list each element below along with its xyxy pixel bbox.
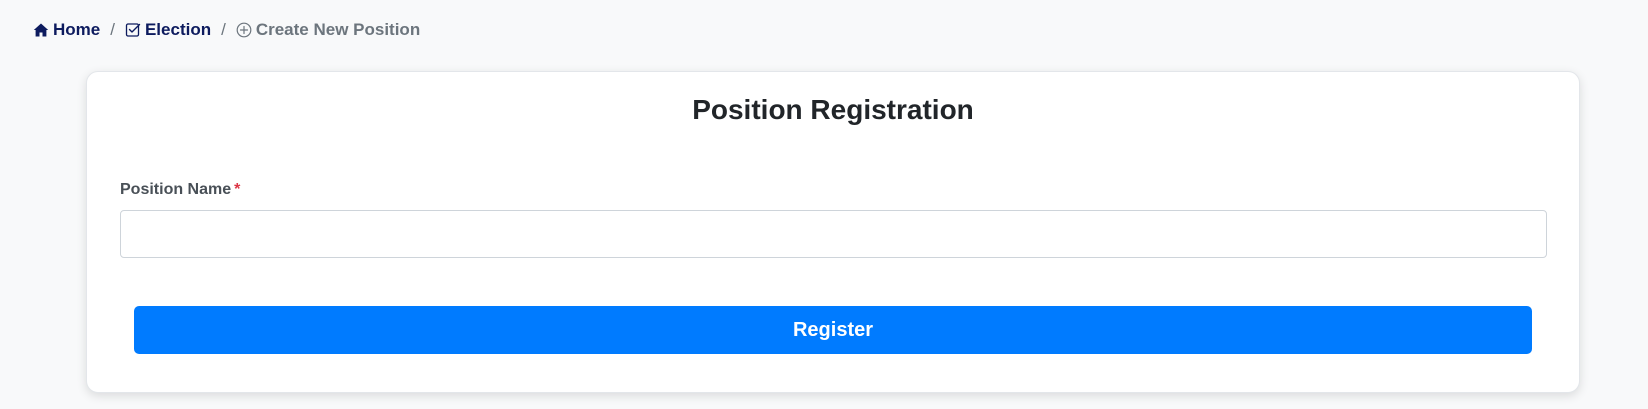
breadcrumb-create-position-label: Create New Position xyxy=(255,20,421,39)
plus-circle-icon xyxy=(236,22,252,38)
breadcrumb-separator: / xyxy=(110,20,115,39)
position-name-label: Position Name * xyxy=(120,181,240,199)
position-name-label-text: Position Name xyxy=(120,181,232,198)
breadcrumb-home-label: Home xyxy=(53,20,101,39)
breadcrumb-election-label: Election xyxy=(144,20,212,39)
breadcrumb-create-position: Create New Position xyxy=(236,20,420,40)
breadcrumb: Home / Election / Create New Position xyxy=(33,20,420,40)
breadcrumb-home[interactable]: Home xyxy=(33,20,100,40)
position-registration-card: Position Registration Position Name * Reg… xyxy=(86,71,1580,393)
position-name-input[interactable] xyxy=(120,210,1547,258)
breadcrumb-election[interactable]: Election xyxy=(125,20,211,40)
checkbox-icon xyxy=(125,22,141,38)
page-title: Position Registration xyxy=(692,94,974,125)
required-marker: * xyxy=(234,181,241,198)
register-button[interactable]: Register xyxy=(134,306,1532,354)
home-icon xyxy=(33,22,49,38)
breadcrumb-separator: / xyxy=(221,20,226,39)
